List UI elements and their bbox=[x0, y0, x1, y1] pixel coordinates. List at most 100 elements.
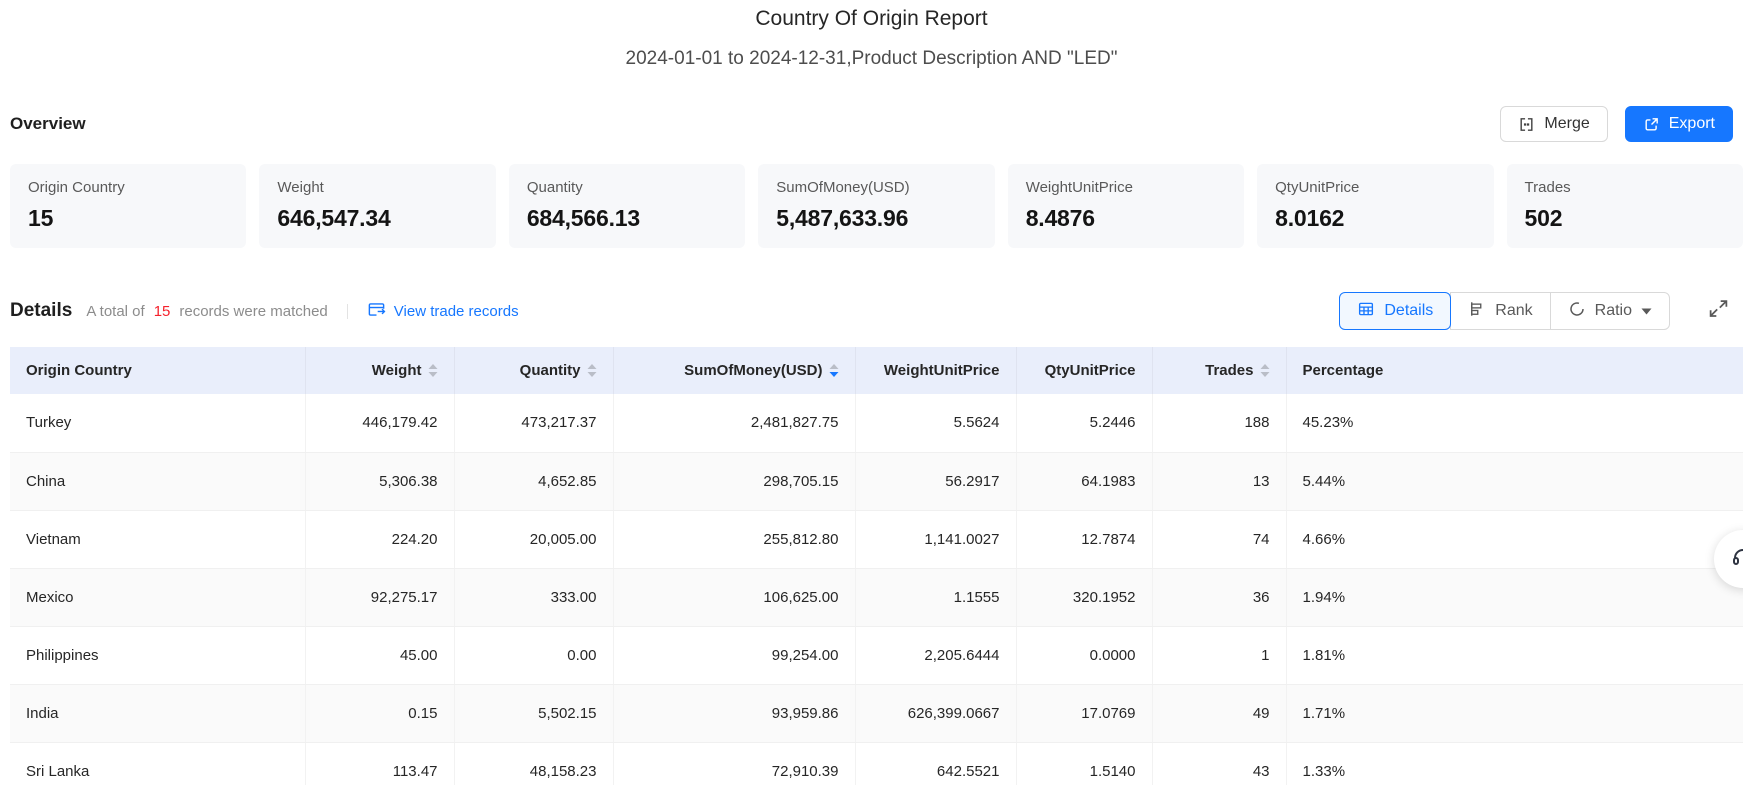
table-body: Turkey446,179.42473,217.372,481,827.755.… bbox=[10, 394, 1743, 785]
ratio-circle-icon bbox=[1568, 300, 1586, 323]
country-cell: Sri Lanka bbox=[10, 742, 305, 785]
value-cell: 224.20 bbox=[305, 510, 454, 568]
value-cell: 74 bbox=[1152, 510, 1286, 568]
table-row: Philippines45.000.0099,254.002,205.64440… bbox=[10, 626, 1743, 684]
toolbar-buttons: Merge Export bbox=[1500, 106, 1733, 142]
value-cell: 0.15 bbox=[305, 684, 454, 742]
stat-card-label: Weight bbox=[277, 179, 477, 196]
value-cell: 92,275.17 bbox=[305, 568, 454, 626]
page-title: Country Of Origin Report bbox=[0, 0, 1743, 31]
stat-card-label: Trades bbox=[1525, 179, 1725, 196]
value-cell: 446,179.42 bbox=[305, 394, 454, 452]
value-cell: 113.47 bbox=[305, 742, 454, 785]
overview-toolbar: Overview Merge bbox=[10, 106, 1733, 142]
stat-card-value: 8.4876 bbox=[1026, 205, 1226, 232]
country-cell: Turkey bbox=[10, 394, 305, 452]
tab-rank[interactable]: Rank bbox=[1450, 292, 1550, 330]
table-row: Turkey446,179.42473,217.372,481,827.755.… bbox=[10, 394, 1743, 452]
value-cell: 17.0769 bbox=[1016, 684, 1152, 742]
export-button-label: Export bbox=[1669, 115, 1715, 133]
matched-prefix: A total of bbox=[86, 303, 144, 320]
tab-rank-label: Rank bbox=[1495, 302, 1532, 320]
export-button[interactable]: Export bbox=[1625, 106, 1733, 142]
stat-card: Quantity684,566.13 bbox=[509, 164, 745, 248]
value-cell: 56.2917 bbox=[855, 452, 1016, 510]
value-cell: 255,812.80 bbox=[613, 510, 855, 568]
value-cell: 5,306.38 bbox=[305, 452, 454, 510]
stat-card-label: SumOfMoney(USD) bbox=[776, 179, 976, 196]
table-row: Mexico92,275.17333.00106,625.001.1555320… bbox=[10, 568, 1743, 626]
column-header-quantity[interactable]: Quantity bbox=[454, 347, 613, 394]
stat-card-label: WeightUnitPrice bbox=[1026, 179, 1226, 196]
value-cell: 20,005.00 bbox=[454, 510, 613, 568]
column-header-trades[interactable]: Trades bbox=[1152, 347, 1286, 394]
view-trade-records-link[interactable]: View trade records bbox=[367, 300, 519, 323]
details-header-row: Details A total of15records were matched… bbox=[10, 292, 1733, 330]
value-cell: 2,205.6444 bbox=[855, 626, 1016, 684]
stats-cards: Origin Country15Weight646,547.34Quantity… bbox=[10, 164, 1743, 248]
value-cell: 5.5624 bbox=[855, 394, 1016, 452]
value-cell: 333.00 bbox=[454, 568, 613, 626]
value-cell: 1.81% bbox=[1286, 626, 1743, 684]
stat-card: WeightUnitPrice 8.4876 bbox=[1008, 164, 1244, 248]
sort-carets-icon[interactable] bbox=[428, 363, 438, 378]
sort-carets-icon[interactable] bbox=[829, 363, 839, 378]
stat-card: Trades 502 bbox=[1507, 164, 1743, 248]
column-header-weightunitprice: WeightUnitPrice bbox=[855, 347, 1016, 394]
matched-count: 15 bbox=[154, 303, 171, 320]
tab-details[interactable]: Details bbox=[1339, 292, 1451, 330]
column-header-label: QtyUnitPrice bbox=[1045, 362, 1136, 379]
stat-card-label: Origin Country bbox=[28, 179, 228, 196]
value-cell: 642.5521 bbox=[855, 742, 1016, 785]
stat-card-value: 15 bbox=[28, 205, 228, 232]
column-header-sumofmoney-usd-[interactable]: SumOfMoney(USD) bbox=[613, 347, 855, 394]
column-header-label: Weight bbox=[372, 362, 422, 379]
stat-card-value: 5,487,633.96 bbox=[776, 205, 976, 232]
view-toggle: Details Rank Ratio bbox=[1339, 292, 1670, 330]
value-cell: 48,158.23 bbox=[454, 742, 613, 785]
country-cell: Vietnam bbox=[10, 510, 305, 568]
tab-details-label: Details bbox=[1384, 302, 1433, 320]
table-row: India0.155,502.1593,959.86626,399.066717… bbox=[10, 684, 1743, 742]
value-cell: 5.44% bbox=[1286, 452, 1743, 510]
value-cell: 473,217.37 bbox=[454, 394, 613, 452]
column-header-origin-country: Origin Country bbox=[10, 347, 305, 394]
column-header-label: SumOfMoney(USD) bbox=[684, 362, 822, 379]
value-cell: 93,959.86 bbox=[613, 684, 855, 742]
country-cell: India bbox=[10, 684, 305, 742]
stat-card: SumOfMoney(USD) 5,487,633.96 bbox=[758, 164, 994, 248]
column-header-label: Percentage bbox=[1303, 362, 1384, 379]
value-cell: 45.23% bbox=[1286, 394, 1743, 452]
stat-card-value: 502 bbox=[1525, 205, 1725, 232]
sort-carets-icon[interactable] bbox=[1260, 363, 1270, 378]
sort-carets-icon[interactable] bbox=[587, 363, 597, 378]
value-cell: 626,399.0667 bbox=[855, 684, 1016, 742]
tab-ratio[interactable]: Ratio bbox=[1550, 292, 1670, 330]
value-cell: 99,254.00 bbox=[613, 626, 855, 684]
headset-icon bbox=[1731, 545, 1743, 574]
value-cell: 5,502.15 bbox=[454, 684, 613, 742]
stat-card-label: QtyUnitPrice bbox=[1275, 179, 1475, 196]
country-cell: Philippines bbox=[10, 626, 305, 684]
country-cell: Mexico bbox=[10, 568, 305, 626]
fullscreen-button[interactable] bbox=[1708, 298, 1729, 324]
value-cell: 72,910.39 bbox=[613, 742, 855, 785]
export-arrow-icon bbox=[1643, 116, 1660, 133]
column-header-label: WeightUnitPrice bbox=[884, 362, 1000, 379]
column-header-weight[interactable]: Weight bbox=[305, 347, 454, 394]
caret-down-icon bbox=[1641, 302, 1652, 320]
column-header-percentage: Percentage bbox=[1286, 347, 1743, 394]
value-cell: 49 bbox=[1152, 684, 1286, 742]
value-cell: 1,141.0027 bbox=[855, 510, 1016, 568]
merge-button[interactable]: Merge bbox=[1500, 106, 1607, 142]
view-trade-records-label: View trade records bbox=[394, 303, 519, 320]
stat-card: Origin Country 15 bbox=[10, 164, 246, 248]
origin-country-table: Origin Country Weight Quantity SumOfMoney(U… bbox=[10, 347, 1743, 785]
value-cell: 5.2446 bbox=[1016, 394, 1152, 452]
table-row: Vietnam224.2020,005.00255,812.801,141.00… bbox=[10, 510, 1743, 568]
stat-card-label: Quantity bbox=[527, 179, 727, 196]
overview-heading: Overview bbox=[10, 114, 86, 134]
value-cell: 45.00 bbox=[305, 626, 454, 684]
stat-card: QtyUnitPrice8.0162 bbox=[1257, 164, 1493, 248]
fullscreen-expand-icon bbox=[1708, 298, 1729, 324]
